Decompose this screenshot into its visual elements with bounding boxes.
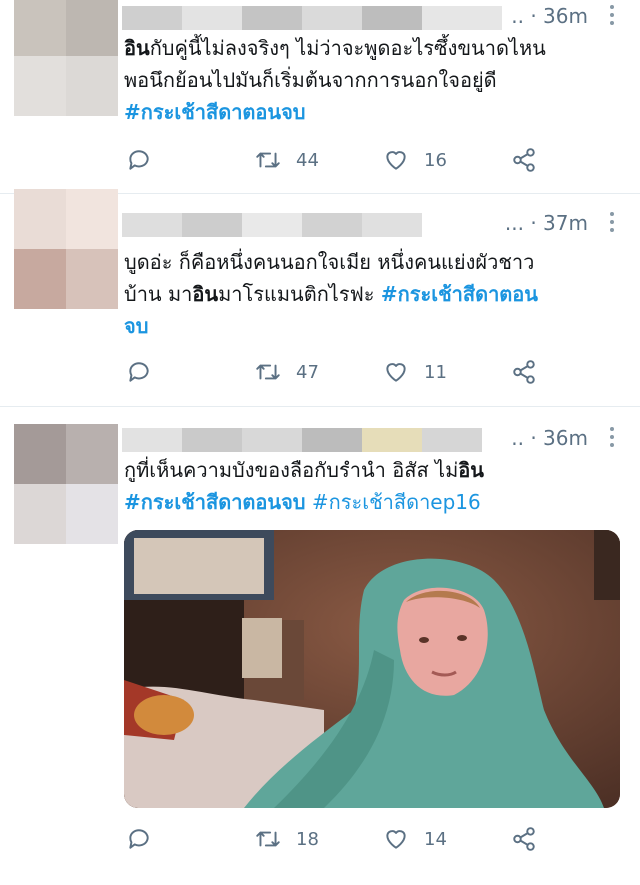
hashtag-link[interactable]: #กระเช้าสีดาตอนจบ	[124, 490, 306, 514]
share-button[interactable]	[510, 145, 538, 175]
gif-child-in-blanket-image[interactable]	[124, 530, 620, 808]
timestamp[interactable]: .. · 36m	[511, 426, 588, 450]
tweet-header: ... · 37m	[122, 211, 640, 237]
tweet-actions: 44 16	[126, 145, 546, 175]
share-button[interactable]	[510, 824, 538, 854]
hashtag-link[interactable]: #กระเช้าสีดาตอนจบ	[124, 100, 306, 124]
retweet-count: 44	[296, 149, 319, 171]
bold-word: อิน	[458, 458, 484, 482]
time: · 36m	[530, 426, 588, 450]
time: · 37m	[530, 211, 588, 235]
reply-icon	[129, 150, 149, 170]
more-icon[interactable]	[610, 427, 614, 451]
retweet-icon	[256, 364, 280, 380]
tweet-1[interactable]: .. · 36m อินกับคู่นี้ไม่ลงจริงๆ ไม่ว่าจะ…	[0, 0, 640, 194]
timestamp[interactable]: ... · 37m	[505, 211, 588, 235]
tweet-text: อินกับคู่นี้ไม่ลงจริงๆ ไม่ว่าจะพูดอะไรซึ…	[124, 32, 622, 128]
tweet-text: บูดอ่ะ ก็คือหนึ่งคนนอกใจเมีย หนึ่งคนแย่ง…	[124, 246, 622, 342]
tweet-body: กับคู่นี้ไม่ลงจริงๆ ไม่ว่าจะพูดอะไรซึ้งข…	[124, 36, 546, 92]
retweet-button[interactable]: 44	[254, 145, 319, 175]
time: · 36m	[530, 4, 588, 28]
tweet-body-2: มาโรแมนติกไรฟะ	[218, 282, 381, 306]
reply-button[interactable]	[126, 357, 152, 387]
tweet-text: กูที่เห็นความบังของลือกับรำนำ อิสัส ไม่อ…	[124, 454, 622, 518]
retweet-count: 47	[296, 361, 319, 383]
more-icon[interactable]	[610, 212, 614, 236]
hashtag-link-2[interactable]: #กระเช้าสีดาep16	[312, 490, 481, 514]
retweet-button[interactable]: 47	[254, 357, 319, 387]
share-icon	[513, 827, 535, 851]
ellipsis: ..	[511, 4, 524, 28]
ellipsis: ...	[504, 211, 524, 235]
retweet-icon	[256, 152, 280, 168]
tweet-header: .. · 36m	[122, 426, 640, 452]
share-button[interactable]	[510, 357, 538, 387]
tweet-actions: 18 14	[126, 824, 546, 854]
reply-icon	[129, 362, 149, 382]
like-icon	[386, 151, 406, 170]
like-icon	[386, 363, 406, 382]
blurred-username[interactable]	[122, 6, 502, 30]
media-illustration	[124, 530, 620, 808]
blurred-username[interactable]	[122, 213, 422, 237]
like-count: 14	[424, 828, 447, 850]
like-count: 16	[424, 149, 447, 171]
retweet-count: 18	[296, 828, 319, 850]
like-button[interactable]: 16	[382, 145, 447, 175]
blurred-username[interactable]	[122, 428, 482, 452]
reply-button[interactable]	[126, 145, 152, 175]
tweet-header: .. · 36m	[122, 4, 640, 30]
like-button[interactable]: 14	[382, 824, 447, 854]
share-icon	[513, 360, 535, 384]
more-icon[interactable]	[610, 5, 614, 29]
tweet-actions: 47 11	[126, 357, 546, 387]
avatar[interactable]	[14, 0, 118, 116]
reply-icon	[129, 829, 149, 849]
bold-word: อิน	[192, 282, 219, 306]
avatar[interactable]	[14, 189, 118, 309]
like-icon	[386, 830, 406, 849]
retweet-button[interactable]: 18	[254, 824, 319, 854]
like-button[interactable]: 11	[382, 357, 447, 387]
tweet-2[interactable]: ... · 37m บูดอ่ะ ก็คือหนึ่งคนนอกใจเมีย ห…	[0, 189, 640, 407]
like-count: 11	[424, 361, 447, 383]
tweet-body: กูที่เห็นความบังของลือกับรำนำ อิสัส ไม่	[124, 458, 459, 482]
share-icon	[513, 148, 535, 172]
reply-button[interactable]	[126, 824, 152, 854]
avatar[interactable]	[14, 424, 118, 544]
bold-word: อิน	[124, 36, 150, 60]
tweet-3[interactable]: .. · 36m กูที่เห็นความบังของลือกับรำนำ อ…	[0, 406, 640, 885]
timestamp[interactable]: .. · 36m	[511, 4, 588, 28]
ellipsis: ..	[511, 426, 524, 450]
retweet-icon	[256, 831, 280, 847]
